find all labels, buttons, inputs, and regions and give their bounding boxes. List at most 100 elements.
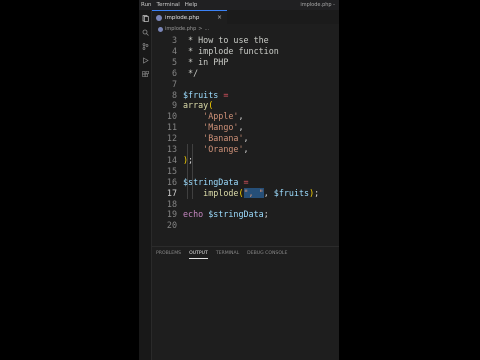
code-token: ( xyxy=(208,100,214,111)
breadcrumb-file[interactable]: implode.php xyxy=(165,26,196,32)
code-line[interactable]: 15 xyxy=(152,166,339,177)
code-text: * in PHP xyxy=(183,57,228,67)
code-token: = xyxy=(223,89,229,100)
code-text: */ xyxy=(183,68,198,78)
panel-tab-output[interactable]: OUTPUT xyxy=(185,249,212,259)
menu-run[interactable]: Run xyxy=(139,0,154,10)
code-line[interactable]: 5 * in PHP xyxy=(152,57,339,68)
panel-tab-terminal[interactable]: TERMINAL xyxy=(212,249,243,259)
code-line[interactable]: 4 * implode function xyxy=(152,46,339,57)
menu-terminal[interactable]: Terminal xyxy=(154,0,182,10)
source-control-icon[interactable] xyxy=(142,43,149,50)
line-number: 3 xyxy=(171,35,177,45)
code-token: ( xyxy=(238,187,244,198)
tab-implode-php[interactable]: implode.php × xyxy=(152,10,227,24)
code-line[interactable]: 3 * How to use the xyxy=(152,35,339,46)
code-token: , xyxy=(238,122,244,133)
code-token: = xyxy=(243,176,249,187)
code-line[interactable]: 19 echo $stringData; xyxy=(152,209,339,220)
php-file-icon xyxy=(156,14,162,21)
code-token: $stringData xyxy=(208,209,264,220)
code-token: 'Orange' xyxy=(203,144,244,154)
code-token: , xyxy=(238,111,244,122)
code-token: 'Mango' xyxy=(203,122,239,133)
code-line[interactable]: 17 implode(", ", $fruits); xyxy=(152,187,339,199)
code-text: 'Banana', xyxy=(183,133,248,144)
code-token: , xyxy=(263,187,274,198)
code-token: 'Banana' xyxy=(203,133,244,144)
editor-window: Run Terminal Help implode.php - implode.… xyxy=(139,0,339,360)
php-file-icon xyxy=(158,26,163,32)
close-icon[interactable]: × xyxy=(217,14,222,22)
code-token: array xyxy=(183,100,209,111)
code-token: * implode function xyxy=(183,45,279,56)
code-token: * How to use the xyxy=(183,35,269,45)
code-text: * implode function xyxy=(183,46,279,56)
line-number: 14 xyxy=(166,154,177,165)
line-number: 12 xyxy=(166,133,177,144)
bottom-panel: PROBLEMS OUTPUT TERMINAL DEBUG CONSOLE xyxy=(152,246,339,360)
line-number: 15 xyxy=(166,165,177,176)
title-bar: Run Terminal Help implode.php - xyxy=(139,0,339,10)
breadcrumb-more[interactable]: ... xyxy=(204,26,209,32)
code-text: 'Mango', xyxy=(183,122,244,133)
code-token: 'Apple' xyxy=(203,111,239,122)
code-token: ; xyxy=(314,187,320,198)
line-number: 17 xyxy=(166,187,177,198)
code-line[interactable]: 16 $stringData = xyxy=(152,177,339,188)
code-text: * How to use the xyxy=(183,35,269,45)
files-icon[interactable] xyxy=(142,15,149,22)
search-icon[interactable] xyxy=(142,29,149,36)
line-number: 7 xyxy=(171,78,177,89)
extensions-icon[interactable] xyxy=(142,71,149,78)
run-debug-icon[interactable] xyxy=(142,57,149,64)
code-token: $stringData xyxy=(183,176,239,187)
code-token: * in PHP xyxy=(183,56,229,67)
panel-tabs: PROBLEMS OUTPUT TERMINAL DEBUG CONSOLE xyxy=(152,249,291,259)
code-line[interactable]: 8 $fruits = xyxy=(152,90,339,101)
code-token: echo xyxy=(183,209,204,220)
menu-help[interactable]: Help xyxy=(182,0,200,10)
window-title: implode.php - xyxy=(300,2,335,8)
activity-bar xyxy=(139,10,152,360)
panel-tab-debug-console[interactable]: DEBUG CONSOLE xyxy=(243,249,291,259)
code-line[interactable]: 9 array( xyxy=(152,100,339,111)
panel-tab-problems[interactable]: PROBLEMS xyxy=(152,249,185,259)
code-token: */ xyxy=(183,67,199,78)
code-line[interactable]: 7 xyxy=(152,79,339,90)
line-number: 6 xyxy=(171,67,177,78)
code-line[interactable]: 20 xyxy=(152,220,339,231)
line-number: 18 xyxy=(166,198,177,209)
code-line[interactable]: 11 'Mango', xyxy=(152,122,339,133)
code-line[interactable]: 13 'Orange', xyxy=(152,144,339,155)
code-text: 'Apple', xyxy=(183,111,244,122)
line-number: 19 xyxy=(166,209,177,220)
code-text: implode(", ", $fruits); xyxy=(183,187,320,198)
code-editor[interactable]: 3 * How to use the 4 * implode function 5 … xyxy=(152,35,339,235)
breadcrumb-separator: > xyxy=(198,26,203,32)
line-number: 16 xyxy=(166,176,177,187)
code-token: ; xyxy=(188,154,194,165)
code-token: ", " xyxy=(243,187,264,198)
line-number: 20 xyxy=(166,220,177,231)
tab-label: implode.php xyxy=(165,14,200,21)
code-token: , xyxy=(243,144,249,154)
line-number: 10 xyxy=(166,111,177,122)
code-line[interactable]: 14); xyxy=(152,155,339,166)
code-token: implode xyxy=(203,187,239,198)
code-line[interactable]: 12 'Banana', xyxy=(152,133,339,144)
line-number: 9 xyxy=(171,100,177,111)
code-text: ); xyxy=(183,155,193,165)
line-number: 5 xyxy=(171,56,177,67)
line-number: 13 xyxy=(166,144,177,154)
code-line[interactable]: 18 xyxy=(152,199,339,210)
code-line[interactable]: 6 */ xyxy=(152,68,339,79)
code-line[interactable]: 10 'Apple', xyxy=(152,111,339,122)
code-text: $stringData = xyxy=(183,177,249,187)
code-token: ; xyxy=(263,209,269,220)
